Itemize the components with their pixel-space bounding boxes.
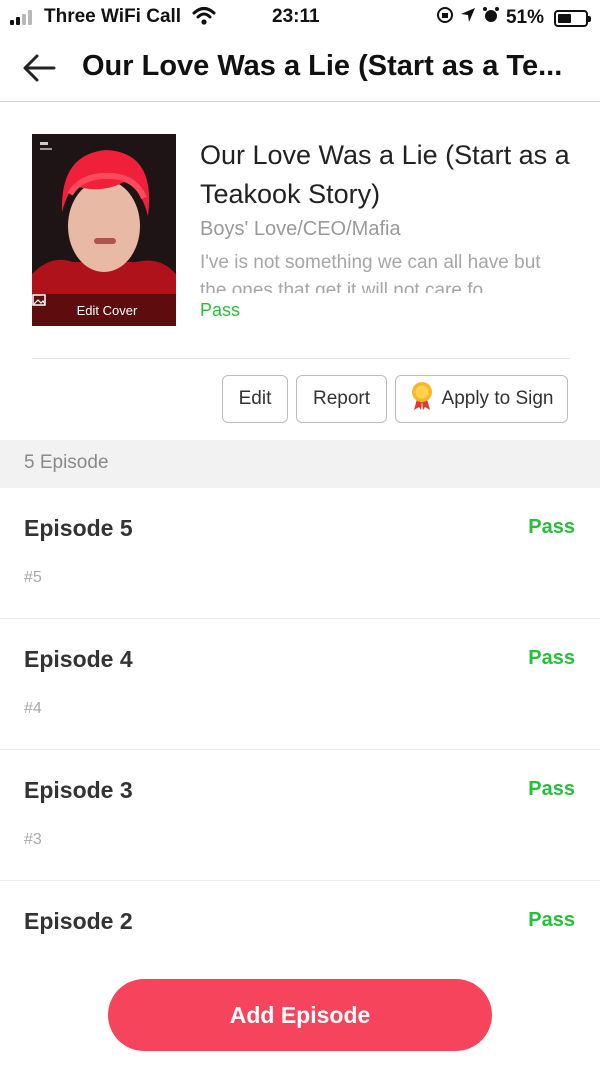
signal-strength-icon	[10, 9, 32, 25]
apply-to-sign-label: Apply to Sign	[441, 388, 554, 409]
back-arrow-icon[interactable]	[22, 52, 58, 84]
episode-status: Pass	[528, 909, 575, 931]
episode-row[interactable]: Episode 4 #4 Pass	[0, 619, 600, 750]
episode-row[interactable]: Episode 5 #5 Pass	[0, 488, 600, 619]
alarm-clock-icon	[482, 6, 500, 30]
apply-to-sign-button[interactable]: Apply to Sign	[395, 375, 568, 423]
award-medal-icon	[410, 381, 434, 417]
add-episode-button[interactable]: Add Episode	[108, 979, 492, 1051]
wifi-icon	[192, 6, 216, 32]
edit-button[interactable]: Edit	[222, 375, 288, 423]
report-button[interactable]: Report	[296, 375, 387, 423]
episode-number: #5	[24, 569, 42, 586]
episode-number: #3	[24, 831, 42, 848]
episode-status: Pass	[528, 778, 575, 800]
battery-percentage: 51%	[505, 7, 544, 28]
status-bar: Three WiFi Call 23:11 51%	[0, 0, 600, 34]
orientation-lock-icon	[436, 6, 454, 30]
divider	[32, 358, 570, 359]
page-title: Our Love Was a Lie (Start as a Te...	[82, 50, 563, 82]
episode-number: #4	[24, 700, 42, 717]
book-status-badge: Pass	[200, 300, 241, 320]
episode-status: Pass	[528, 516, 575, 538]
carrier-name: Three WiFi Call	[44, 6, 182, 27]
episode-status: Pass	[528, 647, 575, 669]
status-indicators: 51%	[436, 6, 591, 30]
episode-title: Episode 5	[24, 515, 133, 541]
episode-count: 5 Episode	[24, 452, 109, 473]
clock-time: 23:11	[272, 6, 320, 27]
episode-title: Episode 2	[24, 908, 133, 934]
battery-icon	[554, 9, 591, 27]
episode-title: Episode 4	[24, 646, 133, 672]
episode-title: Episode 3	[24, 777, 133, 803]
book-title: Our Love Was a Lie (Start as a Teakook S…	[200, 140, 570, 209]
navigation-bar: Our Love Was a Lie (Start as a Te...	[0, 34, 600, 102]
book-description: I've is not something we can all have bu…	[200, 252, 541, 293]
edit-cover-overlay[interactable]: Edit Cover	[32, 294, 176, 326]
location-arrow-icon	[460, 7, 476, 29]
battery-fill	[558, 13, 571, 23]
book-genre: Boys' Love/CEO/Mafia	[200, 218, 401, 240]
book-cover[interactable]: Edit Cover	[32, 134, 176, 326]
edit-cover-label: Edit Cover	[76, 302, 138, 318]
episode-row[interactable]: Episode 3 #3 Pass	[0, 750, 600, 881]
